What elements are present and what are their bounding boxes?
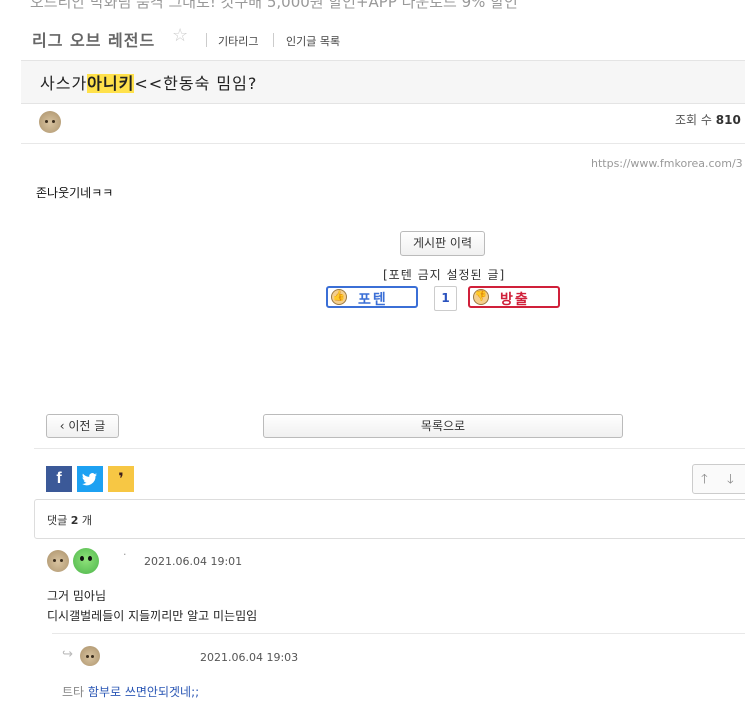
view-count: 조회 수 810 (675, 111, 741, 128)
divider (273, 33, 274, 47)
reply-body: 함부로 쓰면안되겟네;; (87, 685, 200, 699)
comment-author[interactable]: · (123, 548, 127, 561)
thumbs-up-icon: 👍 (331, 289, 347, 305)
views-label: 조회 수 (675, 113, 712, 127)
comments-header (34, 499, 745, 539)
board-link-etc-league[interactable]: 기타리그 (218, 33, 258, 49)
twitter-bird-icon (82, 473, 97, 486)
reply-time: 2021.06.04 19:03 (200, 651, 299, 664)
board-link-popular-list[interactable]: 인기글 목록 (286, 33, 340, 49)
chevron-left-icon: ‹ (59, 419, 65, 433)
reply-text: 트타 함부로 쓰면안되겟네;; (62, 683, 199, 700)
arrow-up-icon[interactable]: 🡑 (701, 470, 708, 492)
title-highlight: 아니키 (87, 74, 135, 93)
back-to-list-button[interactable]: 목록으로 (263, 414, 623, 438)
member-level-icon (73, 548, 99, 574)
title-suffix: <<한동숙 밈임? (134, 74, 258, 93)
reply-arrow-icon: ↪ (62, 647, 73, 662)
facebook-share-button[interactable]: f (46, 466, 72, 492)
twitter-share-button[interactable] (77, 466, 103, 492)
author-avatar[interactable] (39, 111, 61, 133)
comment-avatar[interactable] (47, 550, 69, 572)
comment-line: 디시갤벌레들이 지들끼리만 알고 미는밈임 (47, 609, 258, 623)
comments-label: 댓글 (47, 514, 68, 527)
thumbs-down-icon: 👎 (473, 289, 489, 305)
board-title[interactable]: 리그 오브 레전드 (32, 27, 155, 51)
reply-mention[interactable]: 트타 (62, 685, 84, 699)
banned-note: [포텐 금지 설정된 글] (383, 268, 506, 282)
divider (21, 143, 745, 144)
kakao-story-share-button[interactable]: ❜ (108, 466, 134, 492)
comment-line: 그거 밈아님 (47, 589, 107, 603)
divider (52, 633, 745, 634)
arrow-down-icon[interactable]: 🡓 (727, 470, 734, 492)
vote-count: 1 (434, 286, 457, 311)
board-history-button[interactable]: 게시판 이력 (400, 231, 485, 256)
top-ad-banner[interactable]: 오드리안 박화림 품격 그대로! 갓쿠배 5,000원 할인+APP 다운로드 … (30, 0, 518, 12)
kakao-story-icon: ❜ (118, 469, 124, 488)
views-value: 810 (715, 113, 741, 127)
comment-count: 댓글 2 개 (47, 512, 92, 528)
post-title: 사스가아니키<<한동숙 밈임? (40, 70, 257, 94)
vote-down-label: 방출 (500, 292, 530, 308)
vote-down-button[interactable]: 👎 방출 (468, 286, 560, 308)
vote-up-button[interactable]: 👍 포텐 (326, 286, 418, 308)
prev-post-label: 이전 글 (68, 419, 106, 433)
divider (34, 448, 745, 449)
comments-unit: 개 (81, 514, 93, 527)
post-url[interactable]: https://www.fmkorea.com/3 (591, 157, 743, 170)
comments-count-value: 2 (70, 514, 79, 527)
scroll-arrows: 🡑 🡓 (692, 464, 745, 494)
star-outline-icon[interactable]: ☆ (172, 25, 188, 46)
prev-post-button[interactable]: ‹ 이전 글 (46, 414, 119, 438)
comment-time: 2021.06.04 19:01 (144, 555, 243, 568)
reply-avatar[interactable] (80, 646, 100, 666)
title-prefix: 사스가 (40, 74, 88, 93)
vote-up-label: 포텐 (358, 292, 388, 308)
post-body: 존나웃기네ㅋㅋ (36, 186, 114, 200)
divider (206, 33, 207, 47)
